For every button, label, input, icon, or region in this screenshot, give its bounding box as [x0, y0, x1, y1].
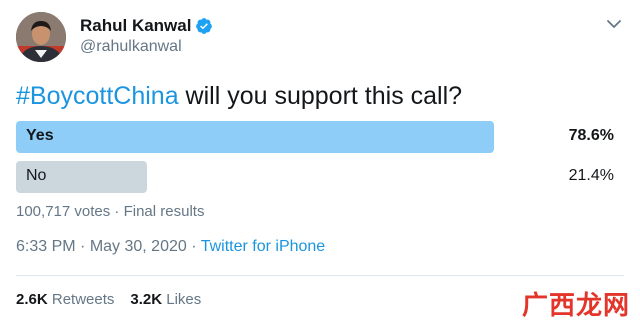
- tweet-date[interactable]: May 30, 2020: [90, 238, 187, 255]
- verified-badge-icon: [196, 18, 213, 34]
- poll-vote-count: 100,717 votes: [16, 203, 111, 220]
- poll-option-no: No 21.4%: [16, 161, 616, 193]
- timestamp-separator: ·: [75, 238, 90, 255]
- avatar[interactable]: [16, 12, 66, 62]
- tweet-text: #BoycottChina will you support this call…: [16, 82, 462, 111]
- retweets-count: 2.6K: [16, 291, 48, 308]
- poll-meta: 100,717 votes · Final results: [16, 203, 204, 220]
- poll-option-label: Yes: [26, 127, 54, 144]
- tweet-source-link[interactable]: Twitter for iPhone: [201, 238, 326, 255]
- divider: [16, 275, 624, 276]
- engagement-stats: 2.6K Retweets 3.2K Likes: [16, 291, 217, 308]
- chevron-down-icon[interactable]: [606, 16, 622, 32]
- poll-option-yes: Yes 78.6%: [16, 121, 616, 153]
- poll-bar-yes: [16, 121, 494, 153]
- tweet-timestamp: 6:33 PM · May 30, 2020 · Twitter for iPh…: [16, 238, 325, 256]
- tweet-body-text: will you support this call?: [178, 82, 463, 110]
- source-separator: ·: [186, 238, 201, 255]
- avatar-image: [16, 12, 66, 62]
- likes-count: 3.2K: [130, 291, 163, 308]
- tweet-time[interactable]: 6:33 PM: [16, 238, 76, 255]
- poll-meta-separator: ·: [110, 203, 124, 220]
- retweets-label: Retweets: [47, 291, 115, 308]
- poll-option-percent: 21.4%: [568, 167, 614, 184]
- poll-option-label: No: [26, 167, 47, 184]
- author-display-name[interactable]: Rahul Kanwal: [80, 16, 191, 36]
- watermark: 广西龙网: [521, 290, 630, 320]
- poll: Yes 78.6% No 21.4%: [16, 121, 616, 201]
- poll-option-percent: 78.6%: [568, 127, 614, 144]
- author-handle[interactable]: @rahulkanwal: [80, 38, 182, 56]
- likes-stat[interactable]: 3.2K Likes: [130, 291, 201, 308]
- likes-label: Likes: [162, 291, 202, 308]
- poll-status: Final results: [123, 203, 205, 220]
- retweets-stat[interactable]: 2.6K Retweets: [16, 291, 114, 308]
- tweet-header: Rahul Kanwal @rahulkanwal: [16, 12, 624, 64]
- hashtag-link[interactable]: #BoycottChina: [16, 82, 179, 110]
- author-name-row: Rahul Kanwal: [80, 16, 213, 36]
